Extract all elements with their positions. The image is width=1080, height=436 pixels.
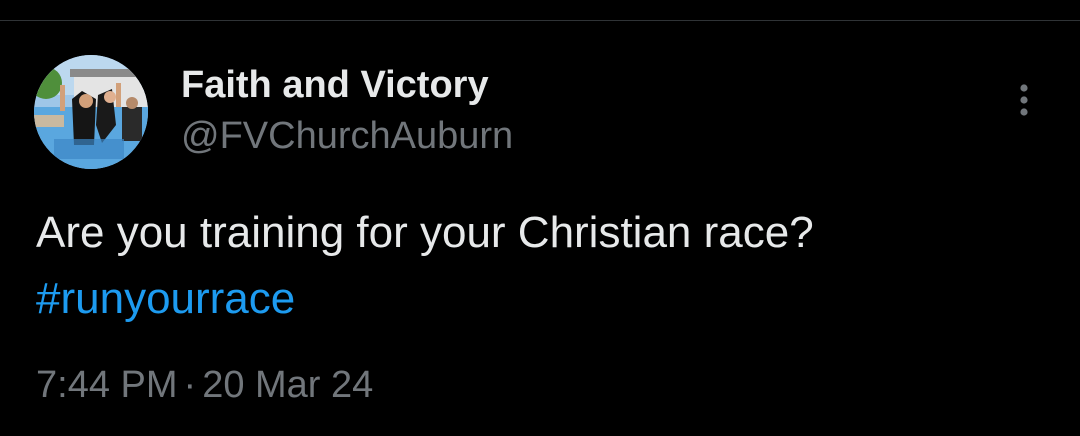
- avatar[interactable]: [34, 55, 148, 169]
- tweet-text: Are you training for your Christian race…: [36, 200, 1046, 332]
- more-vertical-icon: [1020, 84, 1028, 116]
- tweet-time: 7:44 PM: [36, 364, 178, 406]
- top-divider: [0, 20, 1080, 21]
- author-handle[interactable]: @FVChurchAuburn: [181, 113, 513, 159]
- hashtag-link[interactable]: #runyourrace: [36, 266, 1046, 332]
- tweet-date: 20 Mar 24: [202, 364, 374, 406]
- author-display-name[interactable]: Faith and Victory: [181, 62, 489, 108]
- meta-separator: ·: [183, 364, 197, 406]
- avatar-image: [34, 55, 148, 169]
- tweet-timestamp[interactable]: 7:44 PM · 20 Mar 24: [36, 362, 373, 408]
- more-options-button[interactable]: [1004, 80, 1044, 120]
- tweet-body: Are you training for your Christian race…: [36, 208, 814, 257]
- tweet-card: Faith and Victory @FVChurchAuburn Are yo…: [0, 0, 1080, 436]
